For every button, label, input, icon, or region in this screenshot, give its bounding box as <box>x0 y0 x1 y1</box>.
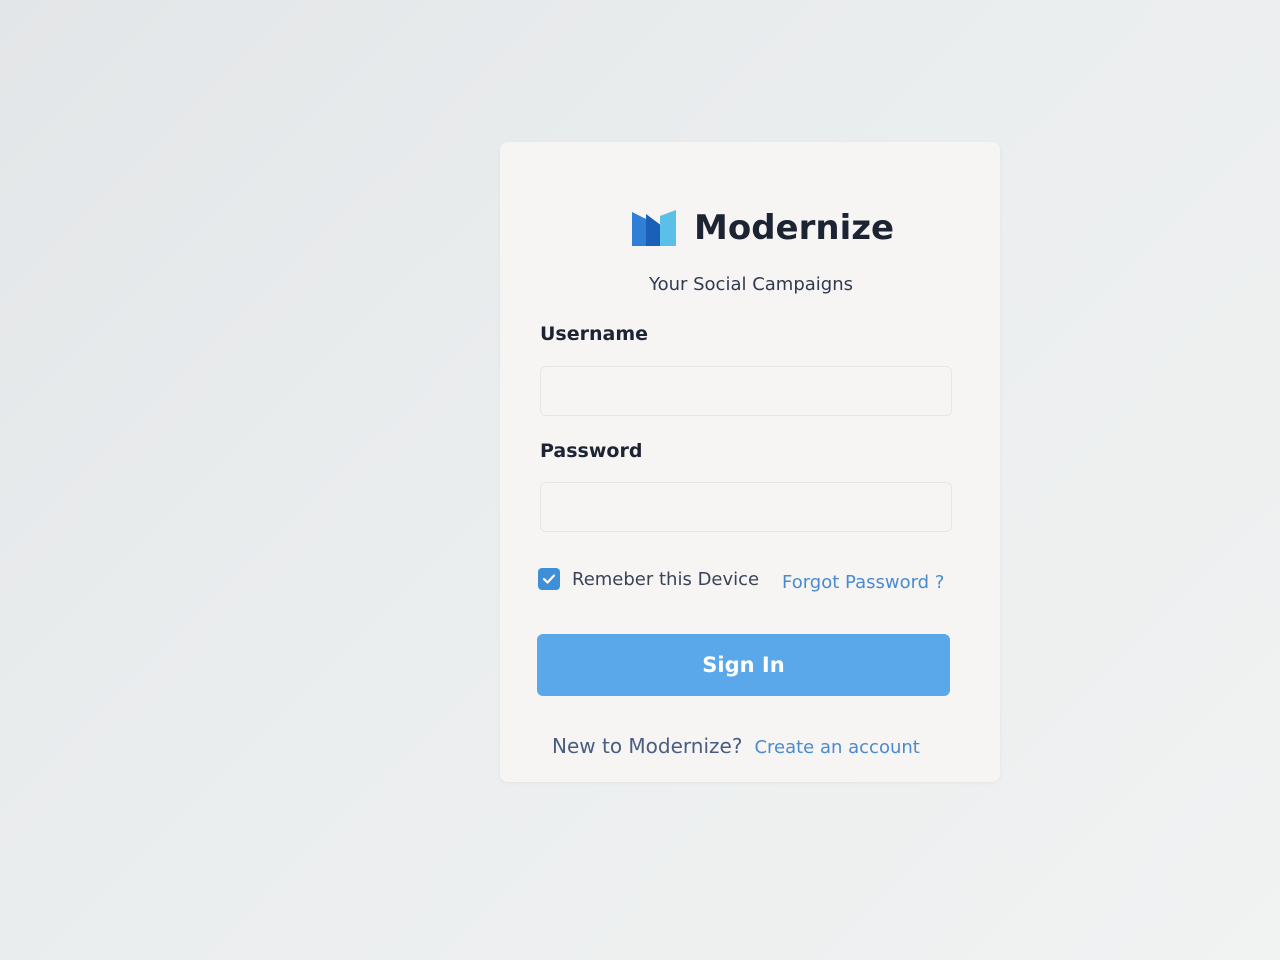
signup-prompt: New to Modernize? Create an account <box>552 734 920 758</box>
remember-device[interactable]: Remeber this Device <box>538 568 759 590</box>
signup-prompt-text: New to Modernize? <box>552 734 743 758</box>
remember-checkbox[interactable] <box>538 568 560 590</box>
brand: Modernize <box>630 208 894 248</box>
brand-tagline: Your Social Campaigns <box>648 274 854 295</box>
create-account-link[interactable]: Create an account <box>754 737 919 758</box>
brand-name: Modernize <box>694 208 895 248</box>
username-label: Username <box>540 323 649 345</box>
login-card: Modernize Your Social Campaigns Username… <box>500 142 1000 782</box>
username-input[interactable] <box>540 366 952 416</box>
sign-in-button[interactable]: Sign In <box>537 634 950 696</box>
password-label: Password <box>540 440 643 462</box>
forgot-password-link[interactable]: Forgot Password ? <box>782 572 944 593</box>
modernize-logo-icon <box>632 210 676 246</box>
checkmark-icon <box>542 574 556 584</box>
remember-label: Remeber this Device <box>572 568 760 590</box>
password-input[interactable] <box>540 482 952 532</box>
